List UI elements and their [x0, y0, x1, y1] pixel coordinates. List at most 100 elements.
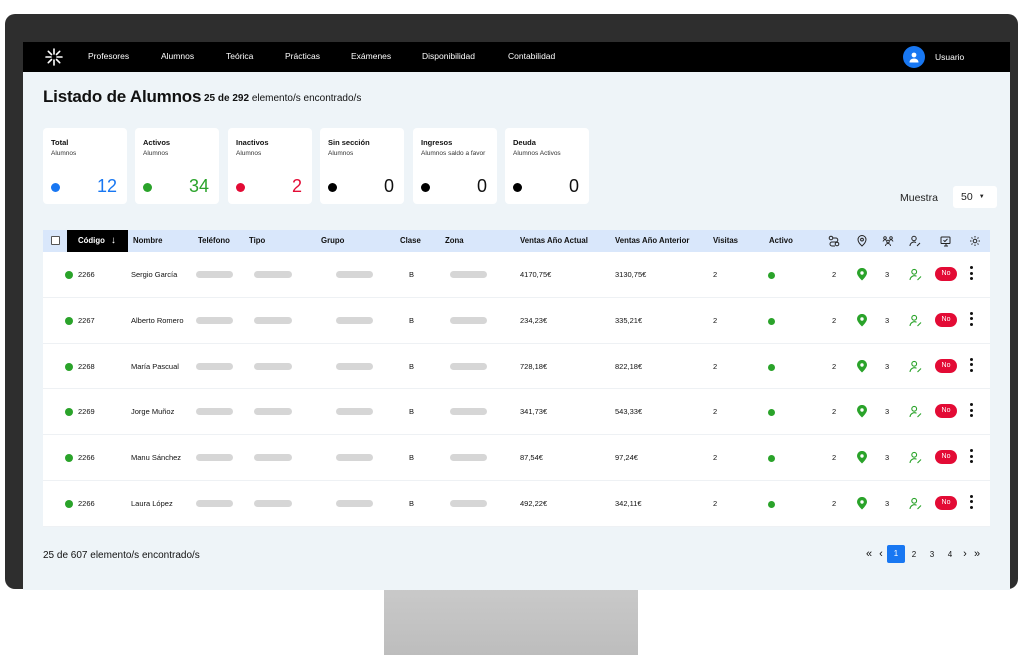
cell-tipo-placeholder	[254, 362, 292, 370]
nav-item-teorica[interactable]: Teórica	[226, 51, 253, 61]
gear-icon[interactable]	[969, 235, 981, 247]
location-pin-icon[interactable]	[856, 405, 868, 418]
next-page-icon[interactable]: ›	[959, 548, 971, 560]
card-value: 2	[291, 176, 302, 196]
user-edit-icon[interactable]	[909, 235, 921, 247]
user-edit-icon[interactable]	[909, 405, 922, 418]
table-row[interactable]: 2266 Manu Sánchez B 87,54€ 97,24€ 2 2 3 …	[43, 435, 990, 481]
status-badge[interactable]: No	[935, 267, 957, 281]
column-header-clase[interactable]: Clase	[400, 230, 421, 252]
cell-nombre[interactable]: Jorge Muñoz	[131, 389, 174, 434]
cell-ventas-actual: 728,18€	[520, 361, 548, 371]
nav-item-alumnos[interactable]: Alumnos	[161, 51, 194, 61]
stat-card-inactivos[interactable]: Inactivos Alumnos 2	[228, 128, 312, 204]
status-badge[interactable]: No	[935, 404, 957, 419]
nav-item-contabilidad[interactable]: Contabilidad	[508, 51, 555, 61]
column-header-zona[interactable]: Zona	[445, 230, 464, 252]
nav-item-disponibilidad[interactable]: Disponibilidad	[422, 51, 475, 61]
status-dot	[236, 183, 245, 192]
page-size-select[interactable]: 50 ▼	[953, 186, 997, 208]
cell-tipo-placeholder	[254, 499, 292, 507]
row-menu-icon[interactable]	[970, 449, 974, 465]
column-header-visitas[interactable]: Visitas	[713, 230, 738, 252]
stat-card-activos[interactable]: Activos Alumnos 34	[135, 128, 219, 204]
cell-visitas: 2	[713, 453, 718, 463]
status-badge[interactable]: No	[935, 495, 957, 510]
cell-nombre[interactable]: María Pascual	[131, 344, 179, 389]
user-menu[interactable]: Usuario	[903, 45, 964, 69]
card-subtitle: Alumnos	[51, 150, 77, 157]
row-menu-icon[interactable]	[970, 266, 974, 282]
column-header-activo[interactable]: Activo	[769, 230, 793, 252]
nav-item-practicas[interactable]: Prácticas	[285, 51, 320, 61]
column-header-ventas-anterior[interactable]: Ventas Año Anterior	[615, 230, 689, 252]
screen-check-icon[interactable]	[940, 235, 952, 247]
row-menu-icon[interactable]	[970, 494, 974, 511]
cell-grupo-placeholder	[336, 362, 373, 370]
select-all-checkbox[interactable]	[51, 236, 60, 245]
location-pin-icon[interactable]	[856, 359, 868, 373]
cell-nombre[interactable]: Manu Sánchez	[131, 435, 181, 480]
cell-grupo-placeholder	[336, 408, 373, 416]
user-edit-icon[interactable]	[909, 497, 922, 510]
row-menu-icon[interactable]	[970, 357, 974, 374]
status-badge[interactable]: No	[935, 358, 957, 373]
prev-page-icon[interactable]: ‹	[875, 548, 887, 560]
cell-zona-placeholder	[450, 271, 487, 278]
cell-zona-placeholder	[450, 499, 487, 507]
user-edit-icon[interactable]	[909, 451, 922, 464]
nav-item-profesores[interactable]: Profesores	[88, 51, 129, 61]
location-pin-icon[interactable]	[856, 496, 868, 510]
first-page-icon[interactable]: «	[863, 548, 875, 560]
table-row[interactable]: 2268 María Pascual B 728,18€ 822,18€ 2 2…	[43, 343, 990, 390]
user-edit-icon[interactable]	[909, 314, 922, 327]
column-header-telefono[interactable]: Teléfono	[198, 230, 230, 252]
cell-zona-placeholder	[450, 408, 487, 416]
column-header-ventas-actual[interactable]: Ventas Año Actual	[520, 230, 588, 252]
cell-nombre[interactable]: Sergio García	[131, 252, 177, 297]
group-icon[interactable]	[882, 235, 894, 247]
page-button-2[interactable]: 2	[905, 550, 923, 559]
last-page-icon[interactable]: »	[971, 548, 983, 560]
active-status-dot	[768, 272, 775, 279]
active-status-dot	[768, 317, 775, 325]
stat-card-sin-seccion[interactable]: Sin sección Alumnos 0	[320, 128, 404, 204]
column-header-tipo[interactable]: Tipo	[249, 230, 265, 252]
status-badge[interactable]: No	[935, 312, 957, 327]
location-pin-icon[interactable]	[856, 451, 868, 464]
cell-routes-count: 2	[832, 453, 837, 463]
location-pin-icon[interactable]	[856, 235, 868, 247]
cell-nombre[interactable]: Alberto Romero	[131, 298, 184, 343]
card-value: 0	[568, 176, 579, 196]
stat-card-deuda[interactable]: Deuda Alumnos Activos 0	[505, 128, 589, 204]
status-badge[interactable]: No	[935, 450, 957, 465]
table-row[interactable]: 2269 Jorge Muñoz B 341,73€ 543,33€ 2 2 3…	[43, 389, 990, 436]
cell-nombre[interactable]: Laura López	[131, 481, 173, 526]
user-edit-icon[interactable]	[909, 268, 922, 281]
stat-card-ingresos[interactable]: Ingresos Alumnos saldo a favor 0	[413, 128, 497, 204]
table-row[interactable]: 2266 Laura López B 492,22€ 342,11€ 2 2 3…	[43, 480, 990, 527]
chevron-down-icon: ▼	[978, 194, 985, 200]
stat-card-total[interactable]: Total Alumnos 12	[43, 128, 127, 204]
avatar[interactable]	[903, 46, 925, 68]
page-button-4[interactable]: 4	[941, 550, 959, 559]
cell-telefono-placeholder	[196, 454, 233, 462]
cell-group-count: 3	[885, 361, 890, 371]
location-pin-icon[interactable]	[856, 268, 868, 281]
cell-ventas-anterior: 335,21€	[615, 315, 643, 325]
route-icon[interactable]	[828, 235, 840, 247]
user-edit-icon[interactable]	[909, 360, 922, 373]
page-button-3[interactable]: 3	[923, 550, 941, 559]
cell-zona-placeholder	[450, 362, 487, 370]
column-header-nombre[interactable]: Nombre	[133, 230, 162, 252]
column-header-codigo[interactable]: Código ↓	[67, 230, 128, 252]
table-row[interactable]: 2267 Alberto Romero B 234,23€ 335,21€ 2 …	[43, 297, 990, 344]
table-row[interactable]: 2266 Sergio García B 4170,75€ 3130,75€ 2…	[43, 252, 990, 298]
page-button-1[interactable]: 1	[887, 545, 905, 563]
row-menu-icon[interactable]	[970, 311, 974, 328]
location-pin-icon[interactable]	[856, 313, 868, 327]
monitor-stand	[384, 589, 638, 655]
column-header-grupo[interactable]: Grupo	[321, 230, 344, 252]
nav-item-examenes[interactable]: Exámenes	[351, 51, 391, 61]
row-menu-icon[interactable]	[970, 403, 974, 419]
